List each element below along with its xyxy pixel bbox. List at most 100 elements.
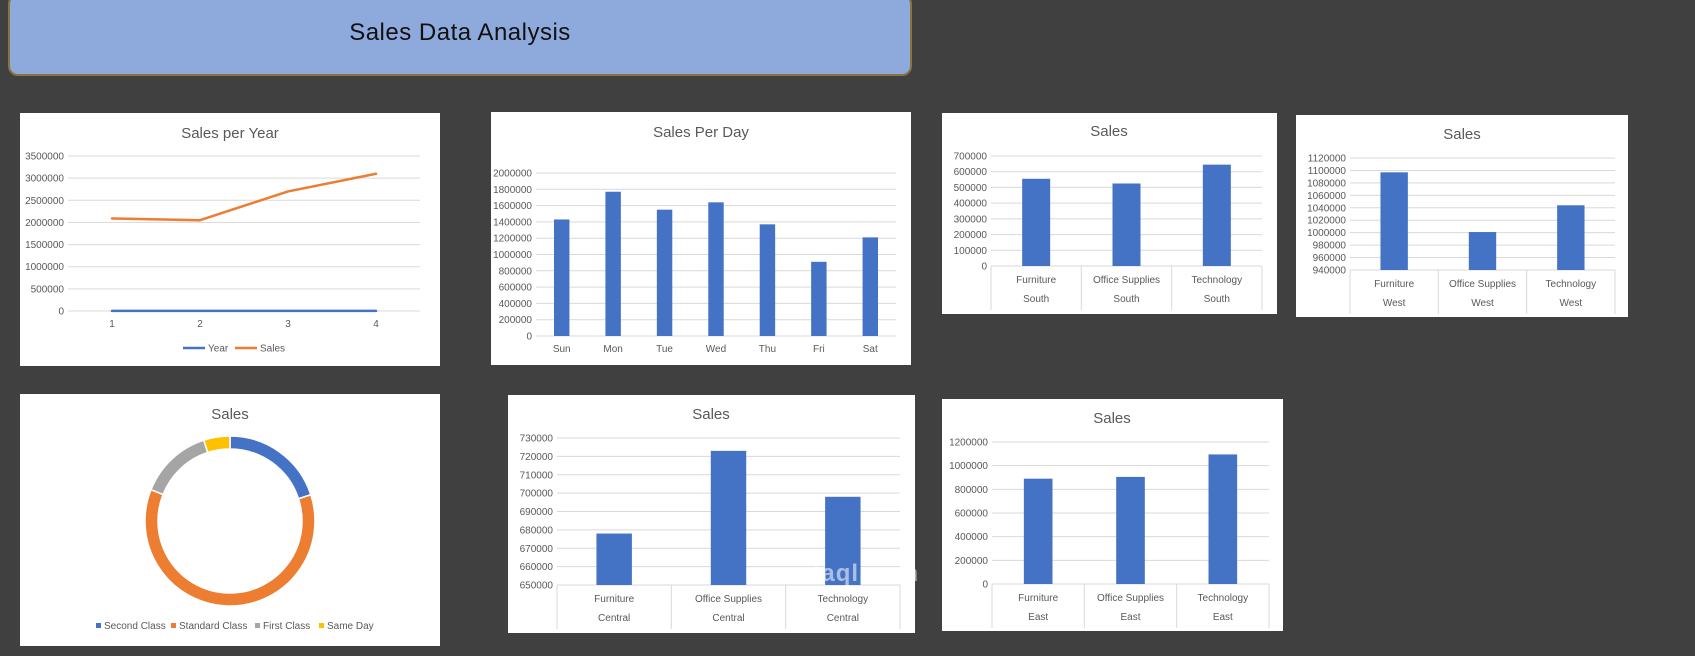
- y-tick-label: 1060000: [1307, 191, 1346, 202]
- y-tick-label: 1120000: [1308, 154, 1347, 165]
- bar: [759, 224, 776, 336]
- y-tick-label: 3500000: [25, 152, 64, 163]
- x-tick-label: Sat: [863, 344, 878, 355]
- y-tick-label: 200000: [954, 230, 988, 241]
- bar: [1112, 183, 1141, 266]
- series-line-sales: [110, 172, 378, 222]
- chart-title: Sales: [211, 406, 249, 423]
- legend-label: Second Class: [104, 621, 166, 632]
- y-tick-label: 1020000: [1307, 216, 1346, 227]
- x-tick-label: Furniture: [1016, 275, 1056, 286]
- y-tick-label: 1080000: [1307, 178, 1346, 189]
- x-tick-label: Furniture: [1018, 593, 1058, 604]
- x-subcategory-label: East: [1120, 612, 1140, 623]
- y-tick-label: 980000: [1313, 241, 1347, 252]
- chart-title: Sales Per Day: [653, 124, 749, 141]
- y-tick-label: 1000000: [25, 262, 64, 273]
- watermark-text: mostaql.com: [760, 560, 920, 587]
- donut-slice: [229, 435, 312, 500]
- chart-title: Sales: [1443, 126, 1481, 143]
- x-tick-label: Office Supplies: [1449, 279, 1516, 290]
- bar: [554, 219, 570, 336]
- y-tick-label: 800000: [499, 266, 533, 277]
- legend-label: Standard Class: [179, 621, 247, 632]
- x-tick-label: Mon: [603, 344, 622, 355]
- x-subcategory-label: West: [1560, 298, 1583, 309]
- legend-label: Same Day: [327, 621, 374, 632]
- donut-slice: [149, 439, 209, 496]
- bar: [596, 533, 632, 585]
- x-subcategory-label: South: [1113, 294, 1139, 305]
- y-tick-label: 2000000: [493, 169, 532, 180]
- y-tick-label: 1040000: [1307, 203, 1346, 214]
- y-tick-label: 710000: [520, 470, 554, 481]
- chart-sales-ship-mode[interactable]: Sales Second Class Standard Class First Cla…: [20, 394, 440, 646]
- y-tick-label: 1600000: [493, 201, 532, 212]
- y-tick-label: 0: [526, 332, 532, 343]
- y-tick-label: 690000: [520, 507, 554, 518]
- legend-label: Year: [208, 344, 229, 355]
- x-subcategory-label: East: [1213, 612, 1233, 623]
- y-tick-label: 660000: [520, 562, 554, 573]
- legend-swatch: [319, 623, 324, 628]
- bar: [1208, 454, 1238, 584]
- chart-sales-per-year[interactable]: Sales per Year 0 500000 1000000 1500000 20000…: [20, 113, 440, 366]
- y-tick-label: 100000: [954, 246, 988, 257]
- x-tick-label: Furniture: [594, 594, 634, 605]
- y-tick-label: 400000: [954, 199, 988, 210]
- y-tick-label: 1200000: [493, 234, 532, 245]
- x-tick-label: 3: [285, 319, 291, 330]
- y-tick-label: 1000000: [493, 250, 532, 261]
- bar: [708, 202, 724, 336]
- x-subcategory-label: South: [1023, 294, 1049, 305]
- y-tick-label: 1100000: [1308, 166, 1347, 177]
- y-tick-label: 680000: [520, 525, 554, 536]
- chart-sales-east[interactable]: Sales 0 200000 400000 600000 800000 1000000 120…: [942, 399, 1283, 631]
- y-tick-label: 1500000: [25, 240, 64, 251]
- x-tick-label: Office Supplies: [1097, 593, 1164, 604]
- chart-sales-west[interactable]: Sales 940000 960000 980000 1000000 1020000 104…: [1296, 115, 1628, 317]
- page-title: Sales Data Analysis: [349, 19, 571, 46]
- x-tick-label: Technology: [818, 594, 869, 605]
- x-tick-label: Tue: [656, 344, 673, 355]
- y-tick-label: 1000000: [949, 461, 988, 472]
- y-tick-label: 600000: [499, 283, 533, 294]
- x-tick-label: Technology: [1546, 279, 1597, 290]
- x-tick-label: 1: [109, 319, 115, 330]
- y-tick-label: 1200000: [949, 438, 988, 449]
- y-tick-label: 600000: [955, 509, 989, 520]
- legend-swatch: [171, 623, 176, 628]
- x-tick-label: Sun: [553, 344, 571, 355]
- x-tick-label: Technology: [1198, 593, 1249, 604]
- y-tick-label: 1800000: [493, 185, 532, 196]
- y-tick-label: 400000: [499, 299, 533, 310]
- x-subcategory-label: South: [1204, 294, 1230, 305]
- chart-title: Sales: [1093, 410, 1131, 427]
- y-tick-label: 200000: [955, 556, 989, 567]
- chart-sales-per-day[interactable]: Sales Per Day 0 200000 400000 600000 800000 10…: [491, 112, 911, 365]
- y-tick-label: 0: [982, 580, 988, 591]
- x-tick-label: Thu: [759, 344, 776, 355]
- legend-label: First Class: [263, 621, 310, 632]
- y-tick-label: 1000000: [1307, 228, 1346, 239]
- y-tick-label: 400000: [955, 532, 989, 543]
- chart-sales-central[interactable]: Sales 650000 660000 670000 680000 690000 70000…: [508, 395, 915, 633]
- bar: [1022, 178, 1051, 266]
- y-tick-label: 300000: [954, 214, 988, 225]
- chart-sales-south[interactable]: Sales 0 100000 200000 300000 400000 500000 6000…: [942, 113, 1277, 314]
- bar: [1380, 172, 1408, 270]
- x-tick-label: Office Supplies: [695, 594, 762, 605]
- x-tick-label: Technology: [1192, 275, 1243, 286]
- x-subcategory-label: Central: [712, 613, 744, 624]
- donut-slice: [202, 435, 231, 454]
- donut-slice: [144, 488, 316, 607]
- y-tick-label: 940000: [1313, 266, 1347, 277]
- x-subcategory-label: East: [1028, 612, 1048, 623]
- bar: [710, 450, 747, 585]
- bar: [1468, 232, 1497, 270]
- y-tick-label: 600000: [954, 167, 988, 178]
- title-banner: Sales Data Analysis: [8, 0, 912, 76]
- x-tick-label: Fri: [813, 344, 825, 355]
- bar: [656, 209, 673, 336]
- x-subcategory-label: Central: [598, 613, 630, 624]
